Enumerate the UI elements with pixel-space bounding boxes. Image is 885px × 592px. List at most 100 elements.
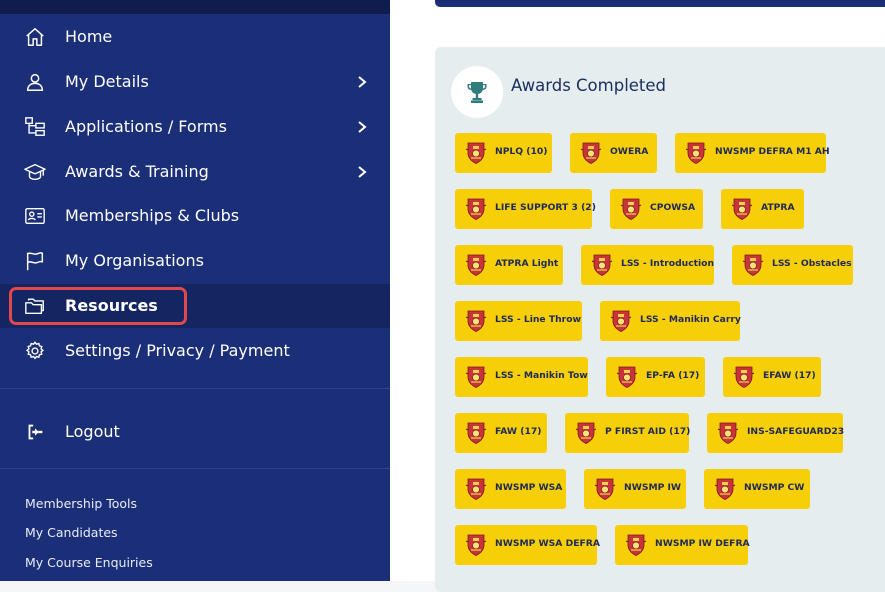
award-badge[interactable]: NWSMP WSA	[455, 469, 566, 509]
award-badge-label: FAW (17)	[495, 426, 542, 437]
logout-icon	[24, 421, 46, 443]
award-badge-label: OWERA	[610, 146, 649, 157]
award-badge-label: NWSMP WSA	[495, 482, 563, 493]
award-badge[interactable]: NPLQ (10)	[455, 133, 552, 173]
sidebar-top-strip	[0, 0, 390, 14]
award-badge-label: INS-SAFEGUARD23	[747, 426, 845, 437]
award-badge-label: NWSMP DEFRA M1 AH	[715, 146, 830, 157]
award-badge[interactable]: ATPRA	[721, 189, 804, 229]
crest-icon	[731, 197, 753, 221]
id-card-icon	[24, 205, 46, 227]
chevron-right-icon	[355, 116, 369, 138]
graduation-cap-icon	[24, 161, 46, 183]
crest-icon	[465, 477, 487, 501]
award-badge-label: ATPRA Light	[495, 258, 559, 269]
sidebar-item-label: Memberships & Clubs	[65, 206, 240, 225]
crest-icon	[616, 365, 638, 389]
logout-label: Logout	[65, 422, 120, 441]
highlight-box	[9, 287, 187, 325]
crest-icon	[465, 309, 487, 333]
award-badge[interactable]: LSS - Line Throw	[455, 301, 582, 341]
award-badge-label: NWSMP CW	[744, 482, 805, 493]
sidebar-item-label: Awards & Training	[65, 162, 209, 181]
home-icon	[24, 26, 46, 48]
award-badge-label: NWSMP IW DEFRA	[655, 538, 750, 549]
award-badge-label: ATPRA	[761, 202, 795, 213]
sidebar-item-home[interactable]: Home	[0, 15, 390, 59]
award-badge-label: LIFE SUPPORT 3 (2)	[495, 202, 596, 213]
sidebar-item-awards-training[interactable]: Awards & Training	[0, 150, 390, 194]
award-badge[interactable]: EFAW (17)	[723, 357, 821, 397]
sidebar-item-applications-forms[interactable]: Applications / Forms	[0, 105, 390, 149]
award-badge[interactable]: ATPRA Light	[455, 245, 563, 285]
sidebar-item-label: Settings / Privacy / Payment	[65, 341, 290, 360]
sidebar-item-label: My Details	[65, 72, 149, 91]
award-badge[interactable]: LIFE SUPPORT 3 (2)	[455, 189, 596, 229]
crest-icon	[465, 533, 487, 557]
award-badge-label: NWSMP IW	[624, 482, 682, 493]
crest-icon	[733, 365, 755, 389]
membership-tools-link[interactable]: Membership Tools	[25, 496, 137, 511]
award-badge-label: LSS - Line Throw	[495, 314, 581, 325]
sidebar-item-my-organisations[interactable]: My Organisations	[0, 239, 390, 283]
award-badge[interactable]: LSS - Introduction	[581, 245, 714, 285]
sidebar-item-settings[interactable]: Settings / Privacy / Payment	[0, 329, 390, 373]
my-candidates-link[interactable]: My Candidates	[25, 525, 118, 540]
gear-icon	[24, 340, 46, 362]
award-badge[interactable]: INS-SAFEGUARD23	[707, 413, 845, 453]
award-badge[interactable]: LSS - Manikin Carry	[600, 301, 741, 341]
crest-icon	[575, 421, 597, 445]
crest-icon	[465, 197, 487, 221]
crest-icon	[591, 253, 613, 277]
award-badge-label: EFAW (17)	[763, 370, 816, 381]
award-badge[interactable]: LSS - Manikin Tow	[455, 357, 588, 397]
award-badge[interactable]: NWSMP WSA DEFRA	[455, 525, 600, 565]
crest-icon	[580, 141, 602, 165]
award-badge-label: NWSMP WSA DEFRA	[495, 538, 600, 549]
logout-button[interactable]: Logout	[0, 410, 390, 454]
award-badge-label: LSS - Manikin Carry	[640, 314, 741, 325]
sidebar-item-label: Home	[65, 27, 113, 46]
award-badge-label: EP-FA (17)	[646, 370, 700, 381]
sidebar-divider	[0, 468, 390, 469]
crest-icon	[465, 141, 487, 165]
award-badge[interactable]: NWSMP CW	[704, 469, 810, 509]
sitemap-icon	[24, 116, 46, 138]
award-badge-label: NPLQ (10)	[495, 146, 548, 157]
trophy-icon	[451, 66, 503, 118]
award-badge[interactable]: LSS - Obstacles	[732, 245, 853, 285]
award-badge[interactable]: NWSMP DEFRA M1 AH	[675, 133, 830, 173]
award-badge[interactable]: CPOWSA	[610, 189, 703, 229]
crest-icon	[465, 365, 487, 389]
award-badge-label: LSS - Introduction	[621, 258, 715, 269]
award-badge-label: LSS - Manikin Tow	[495, 370, 588, 381]
award-badge[interactable]: EP-FA (17)	[606, 357, 705, 397]
crest-icon	[620, 197, 642, 221]
crest-icon	[610, 309, 632, 333]
top-banner	[435, 0, 885, 7]
crest-icon	[685, 141, 707, 165]
award-badge-label: LSS - Obstacles	[772, 258, 852, 269]
sidebar-item-label: My Organisations	[65, 251, 204, 270]
award-badge-label: CPOWSA	[650, 202, 696, 213]
awards-card-title: Awards Completed	[511, 76, 667, 95]
award-badge[interactable]: FAW (17)	[455, 413, 547, 453]
award-badge[interactable]: P FIRST AID (17)	[565, 413, 691, 453]
crest-icon	[465, 253, 487, 277]
award-badge[interactable]: NWSMP IW DEFRA	[615, 525, 750, 565]
my-course-enquiries-link[interactable]: My Course Enquiries	[25, 555, 153, 570]
flag-icon	[24, 250, 46, 272]
crest-icon	[594, 477, 616, 501]
award-badge-label: P FIRST AID (17)	[605, 426, 691, 437]
award-badge[interactable]: NWSMP IW	[584, 469, 686, 509]
user-icon	[24, 71, 46, 93]
sidebar-item-my-details[interactable]: My Details	[0, 60, 390, 104]
sidebar: Home My Details Applications / Forms Awa…	[0, 0, 390, 581]
crest-icon	[714, 477, 736, 501]
sidebar-item-label: Applications / Forms	[65, 117, 227, 136]
chevron-right-icon	[355, 71, 369, 93]
crest-icon	[465, 421, 487, 445]
chevron-right-icon	[355, 161, 369, 183]
sidebar-item-memberships-clubs[interactable]: Memberships & Clubs	[0, 194, 390, 238]
award-badge[interactable]: OWERA	[570, 133, 657, 173]
